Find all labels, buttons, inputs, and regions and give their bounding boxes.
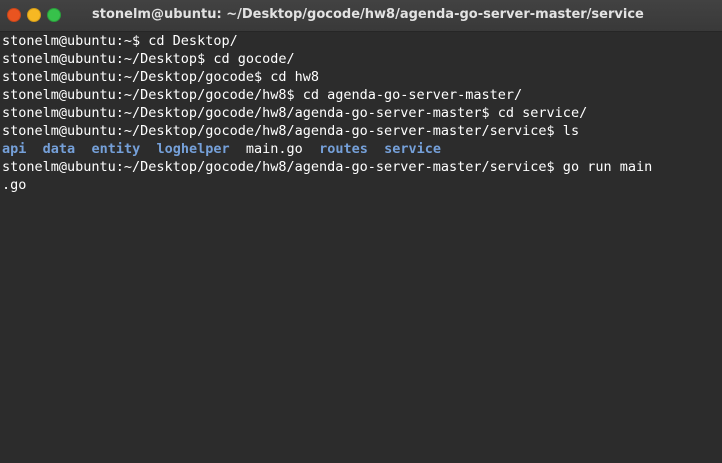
- terminal-window: stonelm@ubuntu: ~/Desktop/gocode/hw8/age…: [0, 0, 722, 463]
- terminal-line: stonelm@ubuntu:~$ cd Desktop/: [2, 33, 238, 49]
- terminal-line: stonelm@ubuntu:~/Desktop/gocode/hw8/agen…: [2, 105, 588, 121]
- ls-entry-dir: routes: [319, 141, 368, 157]
- terminal-line: stonelm@ubuntu:~/Desktop/gocode$ cd hw8: [2, 69, 319, 85]
- minimize-icon[interactable]: [27, 8, 41, 22]
- ls-entry-file: main.go: [245, 141, 303, 157]
- title-bar[interactable]: stonelm@ubuntu: ~/Desktop/gocode/hw8/age…: [0, 0, 722, 32]
- ls-entry-dir: loghelper: [156, 141, 230, 157]
- maximize-icon[interactable]: [47, 8, 61, 22]
- terminal-line-wrap: .go: [2, 177, 27, 193]
- ls-entry-dir: service: [384, 141, 442, 157]
- ls-output: api data entity loghelper main.go routes…: [2, 140, 722, 158]
- terminal-line: stonelm@ubuntu:~/Desktop/gocode/hw8/agen…: [2, 123, 580, 139]
- terminal-output[interactable]: stonelm@ubuntu:~$ cd Desktop/ stonelm@ub…: [0, 32, 722, 463]
- close-icon[interactable]: [7, 8, 21, 22]
- terminal-line: stonelm@ubuntu:~/Desktop/gocode/hw8/agen…: [2, 159, 653, 175]
- terminal-line: stonelm@ubuntu:~/Desktop/gocode/hw8$ cd …: [2, 87, 523, 103]
- window-controls: [7, 8, 61, 22]
- ls-entry-dir: entity: [91, 141, 141, 157]
- ls-entry-dir: data: [42, 141, 76, 157]
- terminal-line: stonelm@ubuntu:~/Desktop$ cd gocode/: [2, 51, 295, 67]
- window-title: stonelm@ubuntu: ~/Desktop/gocode/hw8/age…: [92, 7, 644, 22]
- ls-entry-dir: api: [2, 141, 27, 157]
